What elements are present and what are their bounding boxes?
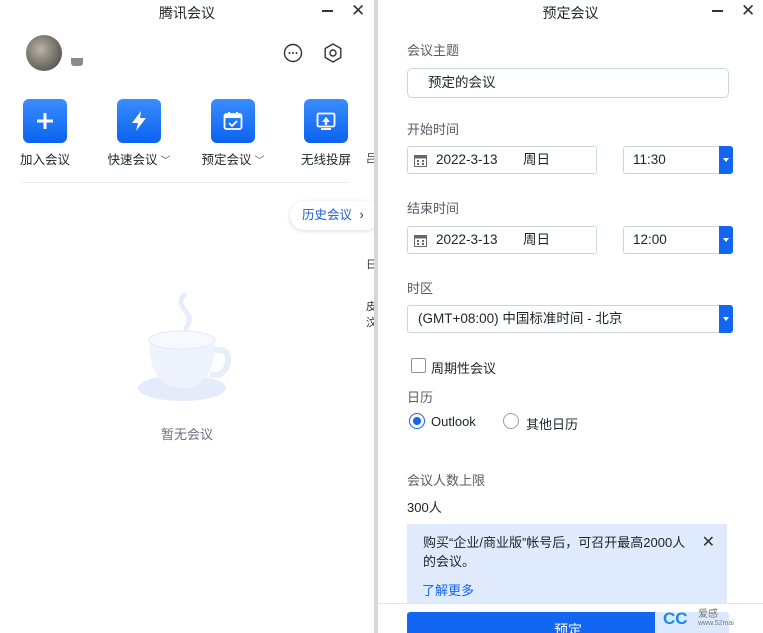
end-time-label: 结束时间	[407, 201, 460, 216]
minimize-icon[interactable]	[322, 10, 333, 12]
schedule-window-title: 预定会议	[542, 5, 599, 21]
dropdown-arrow-icon[interactable]	[719, 146, 733, 174]
start-date-value: 2022-3-13	[436, 152, 498, 167]
other-calendar-radio[interactable]	[503, 413, 519, 429]
start-date-picker[interactable]: 2022-3-13 周日	[407, 146, 597, 174]
chevron-down-icon[interactable]: ﹀	[255, 156, 265, 167]
lightning-icon	[117, 99, 161, 143]
topic-label: 会议主题	[407, 43, 460, 58]
capacity-value: 300人	[407, 500, 442, 515]
end-time-value: 12:00	[633, 232, 667, 247]
background-text: 日	[366, 259, 374, 271]
recurring-checkbox[interactable]	[411, 358, 426, 373]
start-time-label: 开始时间	[407, 122, 460, 137]
empty-coffee-cup-icon	[138, 292, 232, 401]
chevron-down-icon[interactable]: ﹀	[161, 156, 171, 167]
start-time-select[interactable]: 11:30	[623, 146, 733, 174]
close-icon[interactable]: ✕	[702, 532, 715, 552]
main-window-title: 腾讯会议	[159, 5, 215, 21]
timezone-label: 时区	[407, 281, 434, 296]
avatar-status-badge	[71, 58, 83, 66]
screen-cast-button[interactable]: 无线投屏	[286, 99, 366, 168]
calendar-icon	[414, 155, 427, 167]
timezone-value: (GMT+08:00) 中国标准时间 - 北京	[418, 311, 623, 326]
outlook-radio[interactable]	[409, 413, 425, 429]
divider	[22, 182, 350, 183]
schedule-meeting-button[interactable]: 预定会议 ﹀	[193, 99, 273, 168]
background-text: 汶	[366, 317, 374, 329]
close-icon[interactable]: ✕	[741, 2, 755, 19]
start-time-value: 11:30	[633, 152, 666, 167]
dropdown-arrow-icon[interactable]	[719, 226, 733, 254]
schedule-meeting-label: 预定会议	[201, 153, 252, 167]
calendar-icon	[211, 99, 255, 143]
main-window: 腾讯会议 ✕ 加入会议 快速会议 ﹀ 预定会议 ﹀ 无线投屏 历史会议 › 吕 …	[0, 0, 374, 633]
upgrade-notice: 购买“企业/商业版”帐号后，可召开最高2000人的会议。 了解更多 ✕	[407, 524, 727, 604]
minimize-icon[interactable]	[712, 10, 723, 12]
avatar[interactable]	[26, 35, 62, 71]
join-meeting-button[interactable]: 加入会议	[5, 99, 85, 168]
background-text: 吕	[366, 153, 374, 165]
timezone-select[interactable]: (GMT+08:00) 中国标准时间 - 北京	[407, 305, 733, 333]
background-text: 皮	[366, 301, 374, 313]
end-date-picker[interactable]: 2022-3-13 周日	[407, 226, 597, 254]
quick-meeting-button[interactable]: 快速会议 ﹀	[99, 99, 179, 168]
schedule-titlebar: 预定会议 ✕	[378, 0, 763, 24]
footer-divider	[378, 603, 763, 604]
recurring-label: 周期性会议	[431, 361, 497, 376]
end-weekday-value: 周日	[523, 232, 550, 247]
other-calendar-label: 其他日历	[526, 417, 579, 432]
outlook-label: Outlook	[431, 414, 476, 429]
gear-icon[interactable]	[322, 42, 344, 64]
watermark: CC 爱感 www.52mai	[655, 605, 763, 633]
learn-more-link[interactable]: 了解更多	[422, 580, 474, 599]
capacity-label: 会议人数上限	[407, 473, 486, 488]
upgrade-notice-text: 购买“企业/商业版”帐号后，可召开最高2000人的会议。	[423, 535, 686, 569]
start-weekday-value: 周日	[523, 152, 550, 167]
chat-bubble-icon[interactable]	[282, 42, 304, 64]
schedule-meeting-window: 预定会议 ✕ 会议主题 预定的会议 开始时间 2022-3-13 周日 11:3…	[378, 0, 763, 633]
dropdown-arrow-icon[interactable]	[719, 305, 733, 333]
end-time-select[interactable]: 12:00	[623, 226, 733, 254]
chevron-right-icon: ›	[359, 208, 364, 222]
calendar-label: 日历	[407, 390, 434, 405]
calendar-icon	[414, 235, 427, 247]
topic-input[interactable]: 预定的会议	[407, 68, 729, 98]
main-titlebar: 腾讯会议 ✕	[0, 0, 374, 24]
end-date-value: 2022-3-13	[436, 232, 498, 247]
screen-cast-label: 无线投屏	[300, 153, 351, 167]
watermark-url: www.52mai	[698, 620, 734, 627]
screen-cast-icon	[304, 99, 348, 143]
watermark-logo: CC	[663, 609, 688, 628]
close-icon[interactable]: ✕	[351, 2, 365, 19]
empty-state-text: 暂无会议	[160, 427, 213, 442]
join-meeting-label: 加入会议	[19, 153, 70, 167]
quick-meeting-label: 快速会议	[107, 153, 158, 167]
plus-icon	[23, 99, 67, 143]
watermark-text: 爱感	[698, 609, 718, 620]
history-meetings-label: 历史会议	[302, 208, 353, 222]
history-meetings-button[interactable]: 历史会议 ›	[290, 201, 374, 230]
